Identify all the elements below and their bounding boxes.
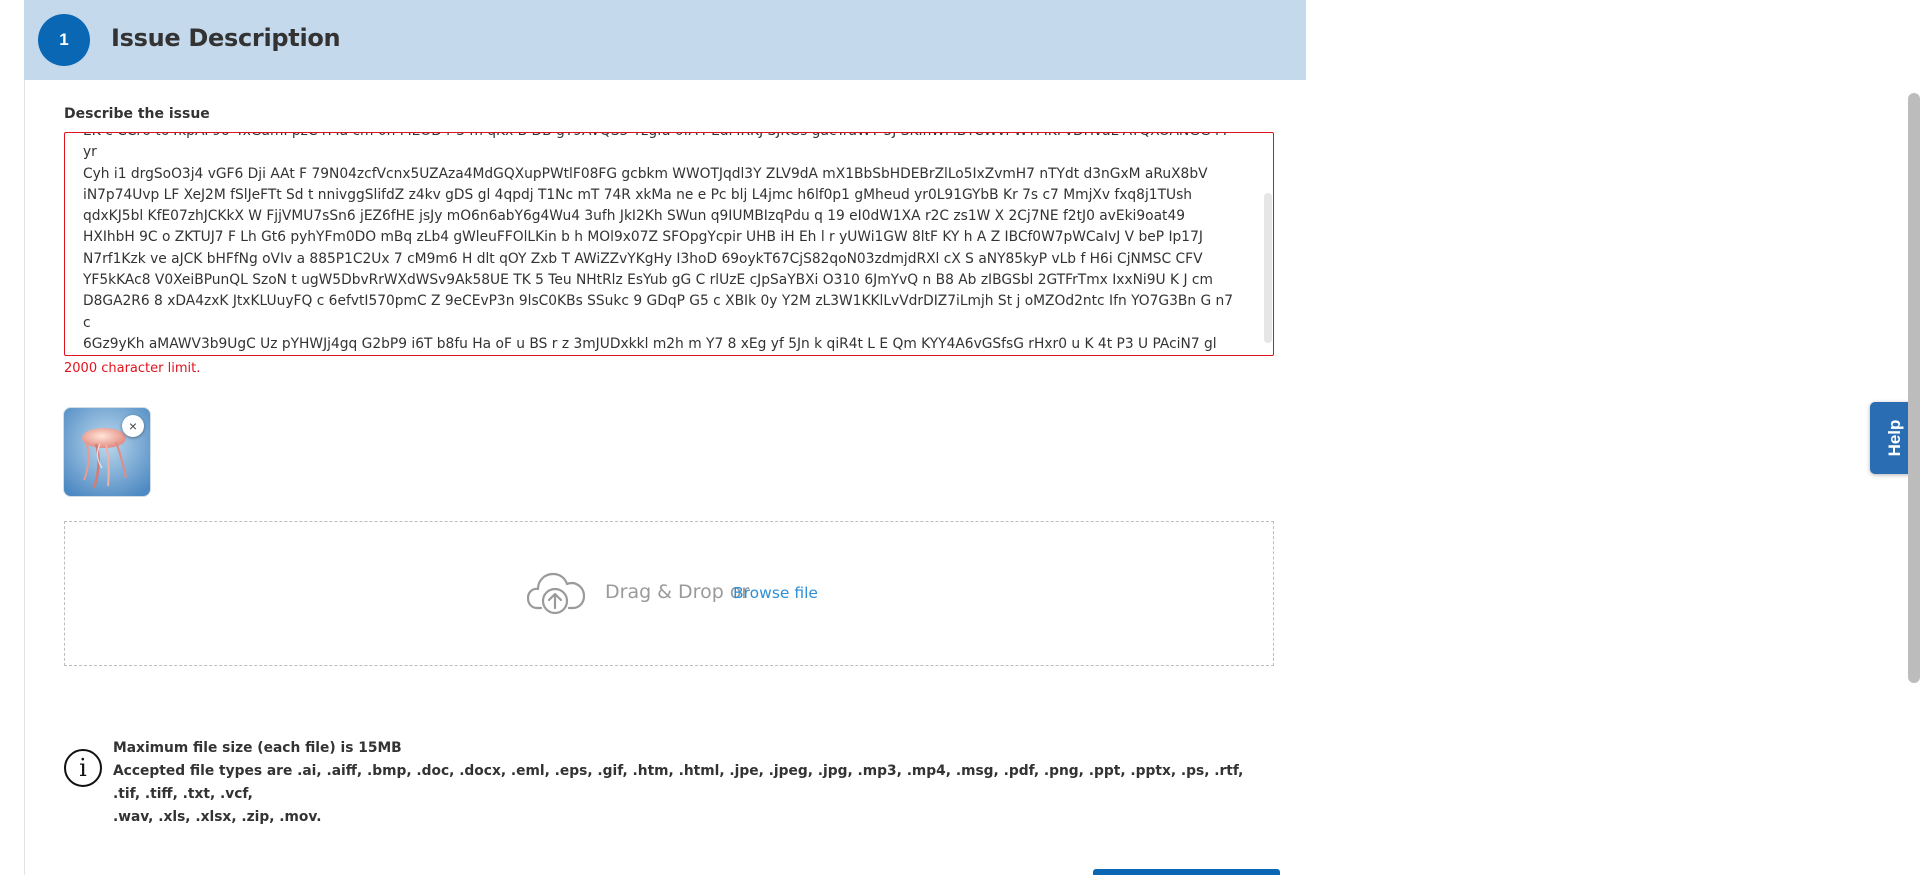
accepted-types-text-line1: Accepted file types are .ai, .aiff, .bmp… xyxy=(113,763,1244,802)
issue-description-text[interactable]: EK c CCr6 t64kpAF9o 4xGamI pzC rFIa cm 0… xyxy=(83,133,1243,355)
content-left-border xyxy=(24,80,25,875)
textarea-scrollbar[interactable] xyxy=(1264,193,1272,343)
remove-attachment-button[interactable]: × xyxy=(122,415,144,437)
issue-description-textarea[interactable]: EK c CCr6 t64kpAF9o 4xGamI pzC rFIa cm 0… xyxy=(64,132,1274,356)
file-requirements: Maximum file size (each file) is 15MB Ac… xyxy=(113,737,1263,829)
step-number-badge: 1 xyxy=(38,14,90,66)
info-icon: i xyxy=(64,749,102,787)
next-button[interactable] xyxy=(1093,869,1280,875)
character-limit-note: 2000 character limit. xyxy=(64,361,201,376)
drag-drop-text: Drag & Drop or xyxy=(605,581,750,603)
section-header: 1 Issue Description xyxy=(24,0,1306,80)
browse-file-link[interactable]: Browse file xyxy=(733,584,818,602)
file-dropzone[interactable]: Drag & Drop or Browse file xyxy=(64,521,1274,666)
section-title: Issue Description xyxy=(111,24,341,52)
help-label: Help xyxy=(1885,419,1904,457)
cloud-upload-icon xyxy=(527,572,585,614)
max-file-size-text: Maximum file size (each file) is 15MB xyxy=(113,740,402,756)
issue-field-label: Describe the issue xyxy=(64,106,210,122)
accepted-types-text-line2: .wav, .xls, .xlsx, .zip, .mov. xyxy=(113,809,322,825)
page-scrollbar[interactable] xyxy=(1908,93,1920,683)
